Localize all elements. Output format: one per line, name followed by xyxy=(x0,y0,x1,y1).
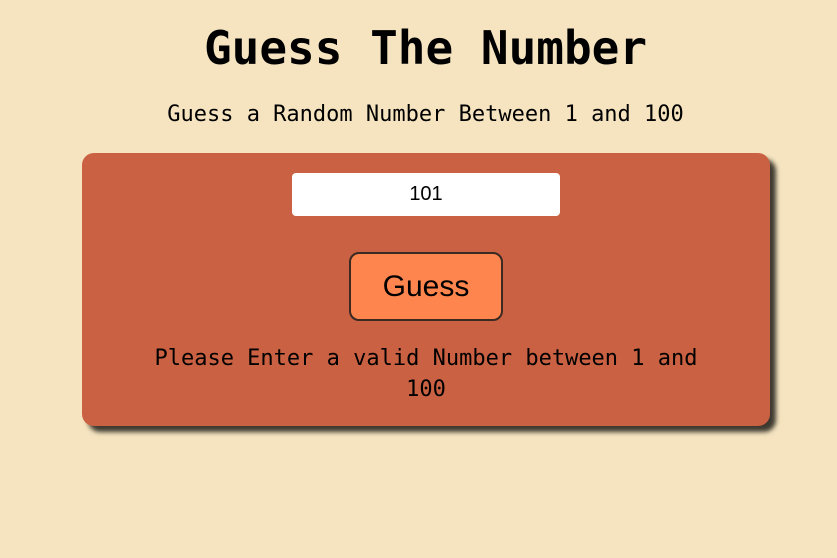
guess-button[interactable]: Guess xyxy=(349,252,503,321)
guess-input[interactable] xyxy=(292,173,560,216)
page-title: Guess The Number xyxy=(203,21,648,75)
feedback-message: Please Enter a valid Number between 1 an… xyxy=(154,346,698,402)
game-card: Guess Please Enter a valid Number betwee… xyxy=(82,153,770,426)
page-subtitle: Guess a Random Number Between 1 and 100 xyxy=(167,102,684,127)
